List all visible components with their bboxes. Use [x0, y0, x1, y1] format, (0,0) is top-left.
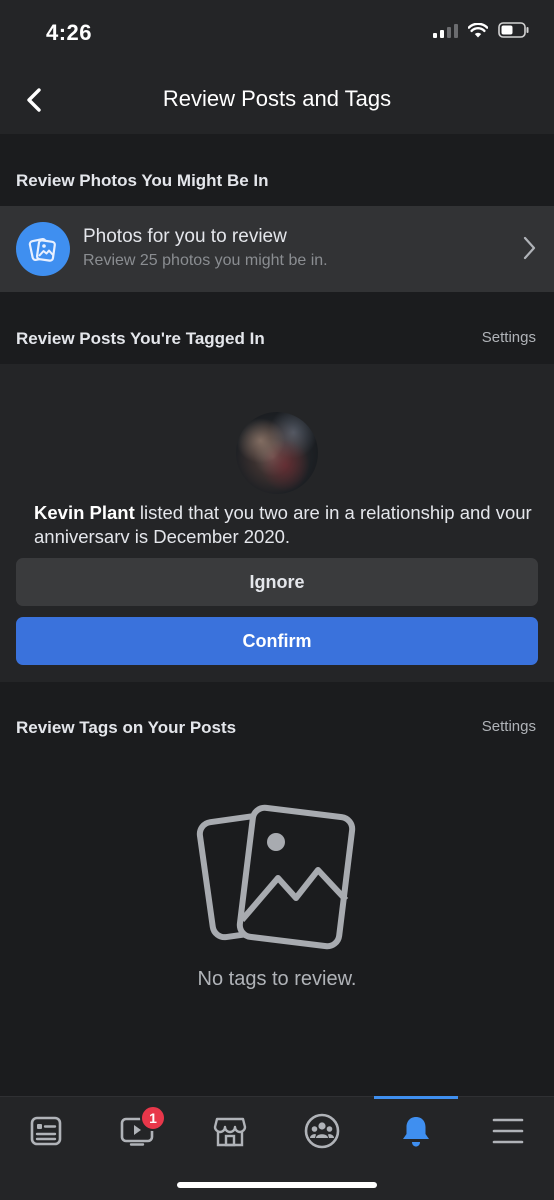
empty-state-text: No tags to review. — [197, 968, 357, 990]
section-header-photos: Review Photos You Might Be In — [0, 134, 554, 206]
tags-on-posts-settings-link[interactable]: Settings — [482, 718, 536, 735]
home-indicator — [177, 1182, 377, 1188]
tag-request-card: Kevin Plant listed that you two are in a… — [0, 364, 554, 682]
chevron-right-icon — [523, 236, 536, 260]
tab-marketplace[interactable] — [200, 1111, 260, 1151]
wifi-icon — [468, 22, 488, 37]
photos-empty-icon — [196, 804, 356, 950]
tag-request-text: Kevin Plant listed that you two are in a… — [34, 501, 534, 549]
ignore-button[interactable]: Ignore — [16, 558, 538, 606]
active-tab-indicator — [374, 1096, 458, 1099]
section-title-photos: Review Photos You Might Be In — [16, 171, 269, 190]
status-icons — [433, 22, 530, 38]
empty-state: No tags to review. — [0, 762, 554, 1096]
section-title-tagged: Review Posts You're Tagged In — [16, 329, 265, 348]
tab-news-feed[interactable] — [16, 1111, 76, 1151]
section-header-tags-on-posts: Review Tags on Your Posts Settings — [0, 682, 554, 762]
tagger-name[interactable]: Kevin Plant — [34, 502, 135, 523]
status-bar: 4:26 — [0, 0, 554, 66]
watch-notification-badge: 1 — [140, 1105, 166, 1131]
page-title: Review Posts and Tags — [162, 86, 392, 111]
nav-header: Review Posts and Tags — [0, 66, 554, 134]
bell-icon — [403, 1117, 429, 1147]
photos-to-review-row[interactable]: Photos for you to review Review 25 photo… — [0, 206, 554, 292]
battery-icon — [498, 22, 529, 38]
tab-notifications[interactable] — [386, 1111, 446, 1151]
section-header-tagged: Review Posts You're Tagged In Settings — [0, 292, 554, 364]
cellular-signal-icon — [433, 22, 458, 38]
confirm-button[interactable]: Confirm — [16, 617, 538, 665]
tab-groups[interactable] — [292, 1111, 352, 1151]
news-feed-icon — [30, 1116, 62, 1146]
marketplace-icon — [213, 1117, 247, 1147]
status-time: 4:26 — [46, 20, 93, 45]
section-title-tags-on-posts: Review Tags on Your Posts — [16, 718, 237, 737]
photos-row-subtitle: Review 25 photos you might be in. — [83, 252, 328, 269]
photos-icon — [16, 222, 70, 276]
menu-icon — [492, 1118, 524, 1144]
tagged-settings-link[interactable]: Settings — [482, 329, 536, 346]
groups-icon — [304, 1113, 340, 1149]
avatar[interactable] — [236, 412, 318, 494]
photos-row-title: Photos for you to review — [83, 226, 287, 247]
tab-menu[interactable] — [478, 1111, 538, 1151]
